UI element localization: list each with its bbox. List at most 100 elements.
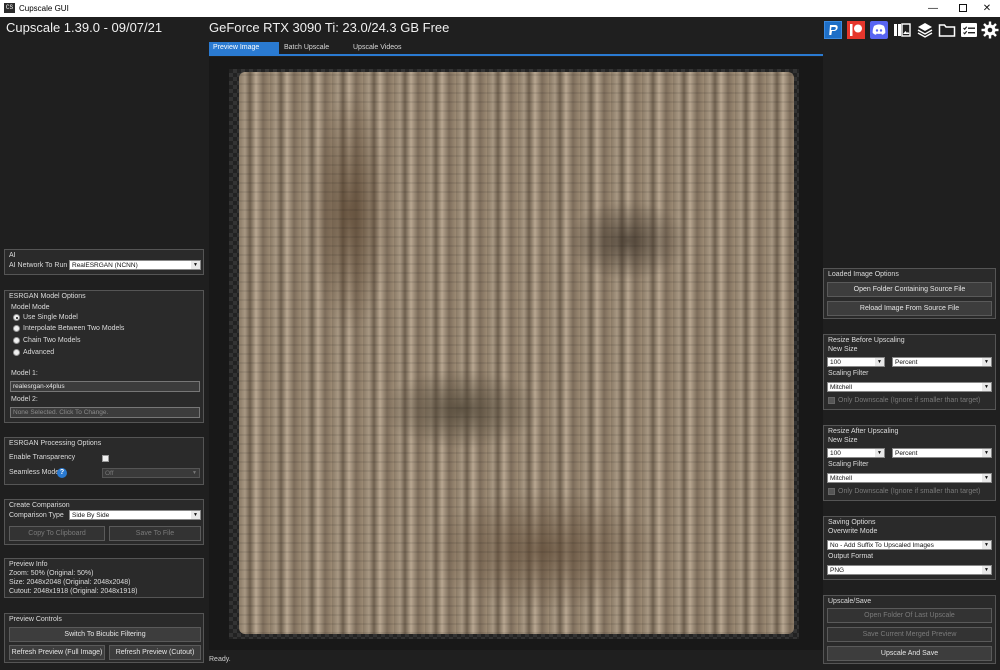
gear-icon[interactable]	[981, 21, 999, 39]
panel-title: Resize After Upscaling	[828, 428, 899, 435]
filter-value: Mitchell	[830, 475, 853, 482]
size-value: 100	[830, 359, 841, 366]
panel-title: Upscale/Save	[828, 598, 872, 605]
chevron-down-icon: ▼	[982, 474, 991, 482]
resize-after-size-select[interactable]: 100 ▼	[827, 448, 885, 458]
overwrite-mode-select[interactable]: No - Add Suffix To Upscaled Images ▼	[827, 540, 992, 550]
queue-icon[interactable]	[960, 21, 978, 39]
only-downscale-label: Only Downscale (Ignore if smaller than t…	[838, 488, 981, 495]
resize-before-filter-select[interactable]: Mitchell ▼	[827, 382, 992, 392]
overwrite-mode-label: Overwrite Mode	[828, 528, 878, 535]
output-format-select[interactable]: PNG ▼	[827, 565, 992, 575]
transparency-background	[229, 69, 799, 639]
chevron-down-icon: ▼	[190, 469, 199, 477]
model-mode-label: Model Mode	[11, 304, 50, 311]
chevron-down-icon: ▼	[982, 541, 991, 549]
layers-icon[interactable]	[916, 21, 934, 39]
panel-title: Loaded Image Options	[828, 271, 899, 278]
comparison-type-label: Comparison Type	[9, 512, 64, 519]
model2-field[interactable]: None Selected. Click To Change.	[10, 407, 200, 418]
models-icon[interactable]	[893, 21, 911, 39]
resize-after-filter-select[interactable]: Mitchell ▼	[827, 473, 992, 483]
panel-title: ESRGAN Model Options	[9, 293, 86, 300]
save-to-file-button[interactable]: Save To File	[109, 526, 201, 541]
only-downscale-checkbox[interactable]	[828, 488, 835, 495]
mode-label-chain: Chain Two Models	[23, 337, 81, 344]
radio-chain[interactable]	[13, 337, 20, 344]
only-downscale-checkbox[interactable]	[828, 397, 835, 404]
refresh-cutout-button[interactable]: Refresh Preview (Cutout)	[109, 645, 201, 660]
patreon-icon[interactable]	[847, 21, 865, 39]
saving-options-panel: Saving Options Overwrite Mode No - Add S…	[823, 516, 996, 580]
unit-value: Percent	[895, 450, 918, 457]
filter-value: Mitchell	[830, 384, 853, 391]
radio-advanced[interactable]	[13, 349, 20, 356]
tab-bar: Preview Image Batch Upscale Upscale Vide…	[209, 42, 823, 56]
panel-title: ESRGAN Processing Options	[9, 440, 102, 447]
app-version-title: Cupscale 1.39.0 - 09/07/21	[6, 20, 163, 35]
radio-interpolate[interactable]	[13, 325, 20, 332]
preview-area[interactable]	[209, 57, 823, 650]
minimize-button[interactable]: —	[918, 0, 948, 17]
window-title: Cupscale GUI	[19, 4, 69, 13]
upscale-save-panel: Upscale/Save Open Folder Of Last Upscale…	[823, 595, 996, 664]
only-downscale-label: Only Downscale (Ignore if smaller than t…	[838, 397, 981, 404]
resize-before-unit-select[interactable]: Percent ▼	[892, 357, 992, 367]
app-icon: CS	[4, 3, 15, 13]
panel-title: Preview Info	[9, 561, 48, 568]
help-icon[interactable]: ?	[57, 468, 67, 478]
close-button[interactable]: ✕	[972, 0, 1000, 17]
discord-icon[interactable]	[870, 21, 888, 39]
model2-label: Model 2:	[11, 396, 38, 403]
new-size-label: New Size	[828, 437, 858, 444]
gpu-info: GeForce RTX 3090 Ti: 23.0/24.3 GB Free	[209, 20, 450, 35]
size-value: 100	[830, 450, 841, 457]
unit-value: Percent	[895, 359, 918, 366]
open-last-upscale-button[interactable]: Open Folder Of Last Upscale	[827, 608, 992, 623]
folder-icon[interactable]	[938, 21, 956, 39]
preview-controls-panel: Preview Controls Switch To Bicubic Filte…	[4, 613, 204, 663]
output-format-label: Output Format	[828, 553, 874, 560]
resize-before-size-select[interactable]: 100 ▼	[827, 357, 885, 367]
tab-preview-image[interactable]: Preview Image	[209, 42, 279, 54]
ai-network-select[interactable]: RealESRGAN (NCNN) ▼	[69, 260, 201, 270]
ai-network-label: AI Network To Run	[9, 262, 68, 269]
ai-panel: AI AI Network To Run RealESRGAN (NCNN) ▼	[4, 249, 204, 275]
chevron-down-icon: ▼	[982, 566, 991, 574]
zoom-info: Zoom: 50% (Original: 50%)	[9, 570, 94, 577]
toolbar-icons	[824, 21, 1000, 41]
upscale-and-save-button[interactable]: Upscale And Save	[827, 646, 992, 661]
seamless-label: Seamless Mode	[9, 469, 60, 476]
radio-single-model[interactable]	[13, 314, 20, 321]
output-format-value: PNG	[830, 567, 845, 574]
chevron-down-icon: ▼	[191, 511, 200, 519]
processing-options-panel: ESRGAN Processing Options Enable Transpa…	[4, 437, 204, 485]
paypal-icon[interactable]	[824, 21, 842, 39]
refresh-full-button[interactable]: Refresh Preview (Full Image)	[9, 645, 105, 660]
new-size-label: New Size	[828, 346, 858, 353]
comparison-type-select[interactable]: Side By Side ▼	[69, 510, 201, 520]
save-merged-preview-button[interactable]: Save Current Merged Preview	[827, 627, 992, 642]
seamless-mode-select[interactable]: Off ▼	[102, 468, 200, 478]
reload-image-button[interactable]: Reload Image From Source File	[827, 301, 992, 316]
bicubic-filter-button[interactable]: Switch To Bicubic Filtering	[9, 627, 201, 642]
tab-batch-upscale[interactable]: Batch Upscale	[280, 42, 346, 54]
mode-label-interpolate: Interpolate Between Two Models	[23, 325, 125, 332]
chevron-down-icon: ▼	[982, 449, 991, 457]
tab-upscale-videos[interactable]: Upscale Videos	[349, 42, 423, 54]
comparison-type-value: Side By Side	[72, 512, 110, 519]
panel-title: Preview Controls	[9, 616, 62, 623]
mode-label-advanced: Advanced	[23, 349, 55, 356]
transparency-checkbox[interactable]	[102, 455, 109, 462]
chevron-down-icon: ▼	[982, 383, 991, 391]
resize-after-unit-select[interactable]: Percent ▼	[892, 448, 992, 458]
preview-image[interactable]	[239, 72, 794, 634]
open-source-folder-button[interactable]: Open Folder Containing Source File	[827, 282, 992, 297]
seamless-mode-value: Off	[105, 470, 114, 477]
copy-to-clipboard-button[interactable]: Copy To Clipboard	[9, 526, 105, 541]
scaling-filter-label: Scaling Filter	[828, 461, 869, 468]
model1-field[interactable]: realesrgan-x4plus	[10, 381, 200, 392]
chevron-down-icon: ▼	[875, 449, 884, 457]
scaling-filter-label: Scaling Filter	[828, 370, 869, 377]
resize-after-panel: Resize After Upscaling New Size 100 ▼ Pe…	[823, 425, 996, 501]
